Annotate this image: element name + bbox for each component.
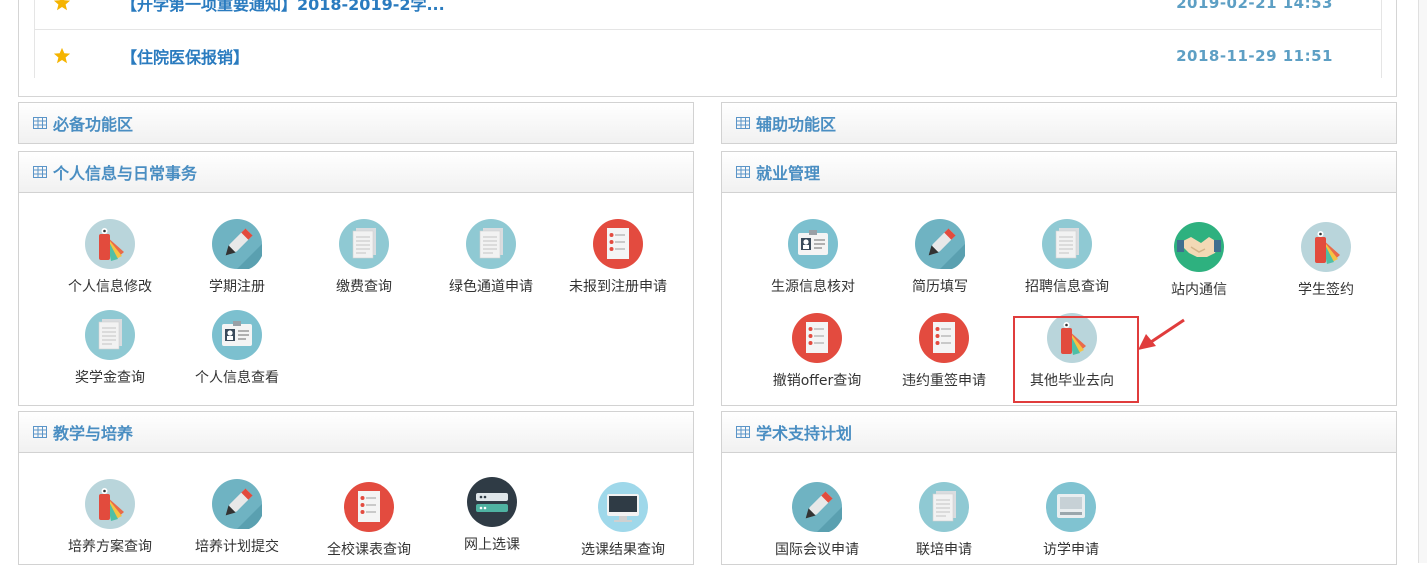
app-label: 未报到注册申请 [569,279,667,295]
app-label: 选课结果查询 [581,542,665,558]
app-schedule-query[interactable]: 全校课表查询 [304,481,434,559]
app-label: 网上选课 [464,537,520,553]
documents-icon [918,481,970,533]
app-label: 招聘信息查询 [1025,279,1109,295]
app-joint-training[interactable]: 联培申请 [879,481,1009,559]
app-label: 访学申请 [1043,542,1099,558]
pen-icon [914,218,966,270]
app-intl-conference[interactable]: 国际会议申请 [752,481,882,559]
panel-teaching-header[interactable]: 教学与培养 [18,411,694,453]
documents-icon [465,218,517,270]
tag-swatch-icon [84,218,136,270]
pen-icon [211,478,263,530]
app-selection-result[interactable]: 选课结果查询 [558,481,688,559]
app-resume-fill[interactable]: 简历填写 [875,218,1005,296]
checklist-icon [791,312,843,364]
app-label: 缴费查询 [336,279,392,295]
highlight-box [1013,316,1139,403]
notice-row[interactable]: 【开学第一项重要通知】2018-2019-2学... 2019-02-21 14… [34,0,1381,23]
app-label: 撤销offer查询 [772,373,862,389]
panel-title: 辅助功能区 [756,115,837,134]
grid-icon [736,117,750,129]
app-recruit-query[interactable]: 招聘信息查询 [1002,218,1132,296]
notice-row[interactable]: 【住院医保报销】 2018-11-29 11:51 [34,36,1381,76]
star-icon [53,47,71,64]
app-scholarship-query[interactable]: 奖学金查询 [45,309,175,387]
app-label: 生源信息核对 [771,279,855,295]
notice-time: 2018-11-29 11:51 [1176,47,1333,65]
panel-personal-header[interactable]: 个人信息与日常事务 [18,151,694,193]
tag-swatch-icon [84,478,136,530]
app-fee-query[interactable]: 缴费查询 [299,218,429,296]
app-label: 违约重签申请 [902,373,986,389]
grid-icon [736,166,750,178]
scrollbar-track[interactable] [1418,0,1427,563]
id-card-icon [787,218,839,270]
app-semester-register[interactable]: 学期注册 [172,218,302,296]
documents-icon [338,218,390,270]
app-label: 奖学金查询 [75,370,145,386]
router-icon [466,476,518,528]
app-label: 培养方案查询 [68,539,152,555]
panel-academic-header[interactable]: 学术支持计划 [721,411,1397,453]
grid-icon [736,426,750,438]
notice-time: 2019-02-21 14:53 [1176,0,1333,12]
app-label: 学期注册 [209,279,265,295]
grid-icon [33,426,47,438]
handshake-icon [1173,221,1225,273]
app-visiting-study[interactable]: 访学申请 [1006,481,1136,559]
app-label: 个人信息查看 [195,370,279,386]
app-green-channel[interactable]: 绿色通道申请 [426,218,556,296]
app-source-info-check[interactable]: 生源信息核对 [748,218,878,296]
checklist-icon [343,481,395,533]
notice-list: 【开学第一项重要通知】2018-2019-2学... 2019-02-21 14… [18,0,1397,97]
app-label: 全校课表查询 [327,542,411,558]
app-online-course-select[interactable]: 网上选课 [427,476,557,554]
printer-icon [1045,481,1097,533]
panel-employment-header[interactable]: 就业管理 [721,151,1397,193]
app-label: 站内通信 [1171,282,1227,298]
monitor-icon [597,481,649,533]
app-label: 个人信息修改 [68,279,152,295]
panel-title: 教学与培养 [53,424,134,443]
panel-title: 必备功能区 [53,115,134,134]
app-internal-message[interactable]: 站内通信 [1134,221,1264,299]
panel-required-header[interactable]: 必备功能区 [18,102,694,144]
app-student-contract[interactable]: 学生签约 [1261,221,1391,299]
panel-title: 个人信息与日常事务 [53,164,198,183]
app-revoke-offer-query[interactable]: 撤销offer查询 [752,312,882,390]
app-training-plan-submit[interactable]: 培养计划提交 [172,478,302,556]
app-label: 简历填写 [912,279,968,295]
panel-title: 学术支持计划 [756,424,853,443]
app-training-plan-query[interactable]: 培养方案查询 [45,478,175,556]
app-personal-info-edit[interactable]: 个人信息修改 [45,218,175,296]
checklist-icon [918,312,970,364]
panel-title: 就业管理 [756,164,821,183]
app-label: 绿色通道申请 [449,279,533,295]
app-unreported-register[interactable]: 未报到注册申请 [553,218,683,296]
panel-auxiliary-header[interactable]: 辅助功能区 [721,102,1397,144]
app-label: 联培申请 [916,542,972,558]
checklist-icon [592,218,644,270]
app-breach-resign[interactable]: 违约重签申请 [879,312,1009,390]
app-personal-info-view[interactable]: 个人信息查看 [172,309,302,387]
grid-icon [33,166,47,178]
id-card-icon [211,309,263,361]
app-label: 学生签约 [1298,282,1354,298]
tag-swatch-icon [1300,221,1352,273]
notice-title[interactable]: 【开学第一项重要通知】2018-2019-2学... [121,0,445,15]
notice-title[interactable]: 【住院医保报销】 [121,44,249,68]
app-label: 培养计划提交 [195,539,279,555]
documents-icon [1041,218,1093,270]
documents-icon [84,309,136,361]
arrow-annotation-icon [1138,318,1185,350]
pen-icon [211,218,263,270]
grid-icon [33,117,47,129]
pen-icon [791,481,843,533]
star-icon [53,0,71,11]
app-label: 国际会议申请 [775,542,859,558]
